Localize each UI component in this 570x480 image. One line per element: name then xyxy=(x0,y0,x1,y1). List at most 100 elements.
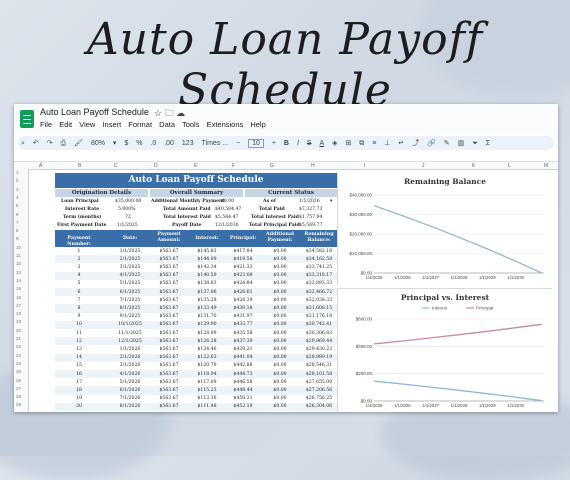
table-cell[interactable]: $444.73 xyxy=(225,372,261,377)
principal-interest-chart[interactable]: Principal vs. Interest $0.00$200.00$400.… xyxy=(337,288,552,412)
table-cell[interactable]: $0.00 xyxy=(261,265,299,270)
table-cell[interactable]: $126.28 xyxy=(189,339,225,344)
table-cell[interactable]: $128.09 xyxy=(189,331,225,336)
table-row[interactable]: 44/1/2025$563.67$140.59$423.08$0.00$33,3… xyxy=(55,272,337,280)
currency-button[interactable]: $ xyxy=(124,140,128,147)
table-cell[interactable]: 19 xyxy=(55,396,103,401)
table-cell[interactable]: $28,989.19 xyxy=(301,355,337,360)
table-cell[interactable]: $446.58 xyxy=(225,380,261,385)
align-icon[interactable]: ≡ xyxy=(372,140,376,147)
redo-icon[interactable]: ↷ xyxy=(47,139,53,147)
table-cell[interactable]: 20 xyxy=(55,404,103,409)
column-header[interactable]: C xyxy=(114,163,118,169)
cloud-status-icon[interactable]: ☁ xyxy=(176,108,185,118)
row-header[interactable]: 9 xyxy=(16,236,19,241)
row-header[interactable]: 29 xyxy=(16,402,21,407)
paint-format-icon[interactable]: 🖌 xyxy=(74,139,83,147)
table-cell[interactable]: $133.49 xyxy=(189,306,225,311)
table-cell[interactable]: $32,466.72 xyxy=(301,290,337,295)
table-cell[interactable]: $0.00 xyxy=(261,257,299,262)
table-cell[interactable]: 9/1/2025 xyxy=(111,314,149,319)
table-cell[interactable]: 10 xyxy=(55,322,103,327)
table-cell[interactable]: $26,756.25 xyxy=(301,396,337,401)
table-row[interactable]: 131/1/2026$563.67$124.46$439.21$0.00$29,… xyxy=(55,345,337,353)
table-cell[interactable]: $0.00 xyxy=(261,331,299,336)
menu-help[interactable]: Help xyxy=(250,120,265,129)
star-icon[interactable]: ☆ xyxy=(154,108,162,118)
table-cell[interactable]: $137.06 xyxy=(189,290,225,295)
menu-data[interactable]: Data xyxy=(159,120,175,129)
row-header[interactable]: 10 xyxy=(16,245,21,250)
text-color-button[interactable]: A xyxy=(319,140,324,147)
table-cell[interactable]: $30,742.41 xyxy=(301,322,337,327)
table-cell[interactable]: 15 xyxy=(55,363,103,368)
column-header[interactable]: B xyxy=(78,163,81,169)
table-cell[interactable]: $0.00 xyxy=(261,380,299,385)
row-header[interactable]: 5 xyxy=(16,203,19,208)
table-cell[interactable]: $563.67 xyxy=(151,355,187,360)
table-cell[interactable]: 6/1/2025 xyxy=(111,290,149,295)
formula-bar[interactable] xyxy=(14,152,558,162)
sheets-logo-icon[interactable] xyxy=(20,110,34,128)
menu-extensions[interactable]: Extensions xyxy=(207,120,244,129)
column-header[interactable]: L xyxy=(508,163,511,169)
table-cell[interactable]: 5/1/2025 xyxy=(111,281,149,286)
table-cell[interactable]: $0.00 xyxy=(261,355,299,360)
table-cell[interactable]: $28,101.58 xyxy=(301,372,337,377)
table-cell[interactable]: 5 xyxy=(55,281,103,286)
interest-rate-value[interactable]: 5.000% xyxy=(118,207,136,212)
table-row[interactable]: 164/1/2026$563.67$118.94$444.73$0.00$28,… xyxy=(55,370,337,378)
table-cell[interactable]: 9 xyxy=(55,314,103,319)
table-cell[interactable]: $0.00 xyxy=(261,396,299,401)
table-cell[interactable]: $419.58 xyxy=(225,257,261,262)
table-cell[interactable]: $435.58 xyxy=(225,331,261,336)
table-cell[interactable]: $138.83 xyxy=(189,281,225,286)
table-cell[interactable]: $448.44 xyxy=(225,388,261,393)
table-cell[interactable]: $117.09 xyxy=(189,380,225,385)
menu-format[interactable]: Format xyxy=(128,120,152,129)
table-cell[interactable]: $0.00 xyxy=(261,290,299,295)
table-row[interactable]: 66/1/2025$563.67$137.06$426.61$0.00$32,4… xyxy=(55,288,337,296)
table-cell[interactable]: $0.00 xyxy=(261,388,299,393)
table-cell[interactable]: $0.00 xyxy=(261,372,299,377)
table-cell[interactable]: 6 xyxy=(55,290,103,295)
row-header[interactable]: 6 xyxy=(16,212,19,217)
table-cell[interactable]: $122.63 xyxy=(189,355,225,360)
wrap-icon[interactable]: ↵ xyxy=(398,139,404,147)
remaining-balance-chart[interactable]: Remaining Balance $0.00$10,000.00$20,000… xyxy=(337,173,552,285)
row-header[interactable]: 23 xyxy=(16,353,21,358)
row-header[interactable]: 7 xyxy=(16,220,19,225)
table-cell[interactable]: 18 xyxy=(55,388,103,393)
table-cell[interactable]: $0.00 xyxy=(261,306,299,311)
table-cell[interactable]: 12/1/2025 xyxy=(111,339,149,344)
table-cell[interactable]: 8/1/2026 xyxy=(111,404,149,409)
strikethrough-button[interactable]: S xyxy=(307,140,312,147)
table-cell[interactable]: $428.39 xyxy=(225,298,261,303)
table-cell[interactable]: $563.67 xyxy=(151,265,187,270)
table-row[interactable]: 1111/1/2025$563.67$128.09$435.58$0.00$30… xyxy=(55,329,337,337)
menu-view[interactable]: View xyxy=(79,120,95,129)
percent-button[interactable]: % xyxy=(136,140,142,147)
print-icon[interactable]: ⎙ xyxy=(61,140,67,148)
column-header[interactable]: F xyxy=(232,163,235,169)
table-cell[interactable]: $563.67 xyxy=(151,322,187,327)
table-cell[interactable]: 4/1/2025 xyxy=(111,273,149,278)
table-cell[interactable]: $27,206.56 xyxy=(301,388,337,393)
row-header[interactable]: 25 xyxy=(16,369,21,374)
table-row[interactable]: 197/1/2026$563.67$113.36$450.31$0.00$26,… xyxy=(55,395,337,403)
table-cell[interactable]: 1/1/2025 xyxy=(111,249,149,254)
comment-icon[interactable]: ✎ xyxy=(444,139,450,147)
row-header[interactable]: 8 xyxy=(16,228,19,233)
table-cell[interactable]: $145.83 xyxy=(189,249,225,254)
table-cell[interactable]: $563.67 xyxy=(151,290,187,295)
table-row[interactable]: 1010/1/2025$563.67$129.90$433.77$0.00$30… xyxy=(55,321,337,329)
column-header[interactable]: J xyxy=(422,163,425,169)
table-cell[interactable]: $0.00 xyxy=(261,273,299,278)
row-header[interactable]: 15 xyxy=(16,286,21,291)
italic-button[interactable]: I xyxy=(297,140,299,147)
table-cell[interactable]: 4 xyxy=(55,273,103,278)
table-cell[interactable]: $113.36 xyxy=(189,396,225,401)
table-cell[interactable]: $563.67 xyxy=(151,306,187,311)
font-size-increase-icon[interactable]: + xyxy=(272,140,276,147)
first-payment-value[interactable]: 1/1/2025 xyxy=(117,223,138,228)
